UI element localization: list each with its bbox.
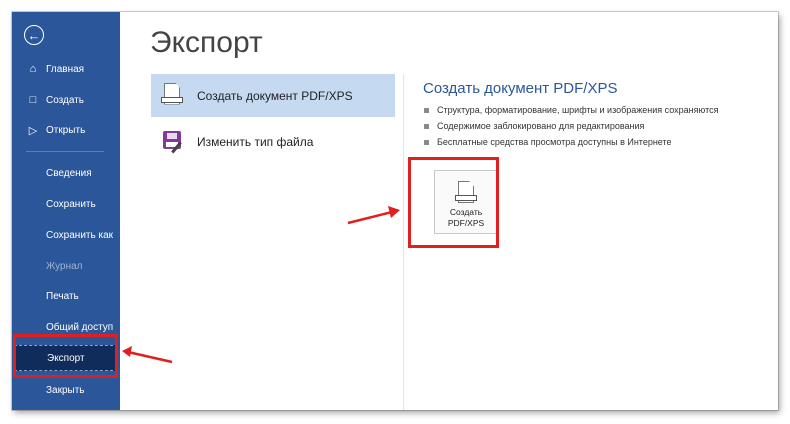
sidebar-item-label: Журнал bbox=[46, 260, 83, 272]
list-item: Структура, форматирование, шрифты и изоб… bbox=[424, 102, 718, 118]
sidebar-item-label[interactable]: Печать bbox=[46, 291, 79, 302]
sidebar-divider bbox=[26, 151, 104, 152]
pdf-document-icon bbox=[453, 179, 479, 205]
home-icon: ⌂ bbox=[29, 63, 37, 75]
sidebar-item-export[interactable]: Экспорт bbox=[14, 345, 118, 371]
sidebar-item-print[interactable]: Печать bbox=[12, 283, 120, 309]
sidebar-item-close[interactable]: Закрыть bbox=[12, 377, 120, 403]
sidebar-item-label: Главная bbox=[46, 63, 85, 75]
bullet-icon bbox=[424, 123, 429, 129]
bullet-icon bbox=[424, 139, 429, 145]
backstage-window: ← ⌂ Главная □ Создать ▷ Открыть Сведения… bbox=[12, 12, 778, 410]
feature-list: Структура, форматирование, шрифты и изоб… bbox=[424, 102, 718, 150]
sidebar-item-open[interactable]: ▷ Открыть bbox=[12, 117, 120, 143]
new-document-icon: □ bbox=[29, 94, 37, 106]
button-label-line2: PDF/XPS bbox=[447, 218, 485, 228]
sidebar: ← ⌂ Главная □ Создать ▷ Открыть Сведения… bbox=[12, 12, 120, 410]
sidebar-item-new[interactable]: □ Создать bbox=[12, 87, 120, 113]
sidebar-item-history: Журнал bbox=[12, 253, 120, 279]
main-panel: Экспорт Создать документ PDF/XPS Изменит… bbox=[120, 12, 778, 410]
sidebar-item-save-as[interactable]: Сохранить как bbox=[12, 222, 120, 248]
sidebar-item-label: Общий доступ bbox=[46, 321, 114, 333]
sidebar-item-save[interactable]: Сохранить bbox=[12, 191, 120, 217]
create-pdf-xps-button[interactable]: Создать PDF/XPS bbox=[434, 170, 498, 234]
sidebar-item-label: Открыть bbox=[46, 124, 86, 136]
sidebar-item-home[interactable]: ⌂ Главная bbox=[12, 56, 120, 82]
sidebar-item-share[interactable]: Общий доступ bbox=[12, 314, 120, 340]
pdf-document-icon bbox=[159, 81, 185, 111]
option-create-pdf-xps[interactable]: Создать документ PDF/XPS bbox=[151, 74, 395, 117]
sidebar-item-label: Экспорт bbox=[47, 352, 85, 364]
sidebar-item-label: Сведения bbox=[46, 167, 92, 179]
option-label: Создать документ PDF/XPS bbox=[197, 88, 353, 103]
sidebar-item-info[interactable]: Сведения bbox=[12, 160, 120, 186]
page-title: Экспорт bbox=[150, 26, 263, 59]
option-change-file-type[interactable]: Изменить тип файла bbox=[151, 120, 395, 163]
button-label-line1: Создать bbox=[449, 207, 483, 217]
bullet-icon bbox=[424, 107, 429, 113]
panel-divider bbox=[403, 74, 404, 410]
save-file-type-icon bbox=[159, 127, 185, 157]
detail-title: Создать документ PDF/XPS bbox=[423, 80, 618, 97]
back-arrow-icon[interactable]: ← bbox=[24, 25, 44, 45]
sidebar-item-label: Сохранить как bbox=[46, 229, 114, 241]
list-item: Бесплатные средства просмотра доступны в… bbox=[424, 134, 718, 150]
sidebar-item-label: Сохранить bbox=[46, 198, 96, 210]
open-folder-icon: ▷ bbox=[28, 124, 38, 137]
option-label: Изменить тип файла bbox=[197, 134, 314, 149]
sidebar-item-label: Закрыть bbox=[46, 384, 85, 396]
list-item: Содержимое заблокировано для редактирова… bbox=[424, 118, 718, 134]
sidebar-item-label: Создать bbox=[46, 94, 85, 106]
